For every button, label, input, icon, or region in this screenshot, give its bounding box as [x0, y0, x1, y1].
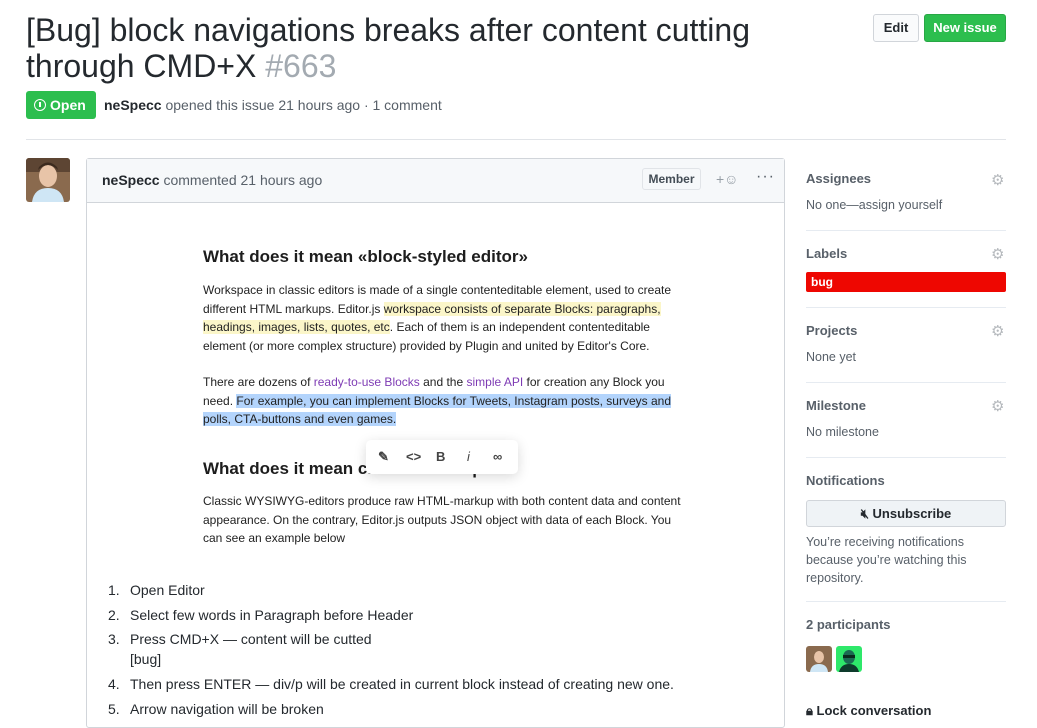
add-reaction-button[interactable]: +☺ — [716, 171, 738, 187]
divider — [806, 230, 1006, 231]
assignees-heading[interactable]: Assignees — [806, 171, 871, 186]
link-icon: ∞ — [493, 449, 503, 464]
assignees-value[interactable]: No one—assign yourself — [806, 198, 942, 212]
issue-title: [Bug] block navigations breaks after con… — [26, 12, 856, 84]
code-icon: <> — [406, 449, 422, 464]
steps-list: 1. Open Editor 2. Select few words in Para… — [108, 578, 674, 721]
bold-icon: B — [436, 449, 446, 464]
gear-icon[interactable]: ⚙ — [991, 171, 1004, 189]
list-item: 2. Select few words in Paragraph before H… — [108, 606, 414, 623]
list-item: 5. Arrow navigation will be broken — [108, 700, 324, 717]
gear-icon[interactable]: ⚙ — [991, 322, 1004, 340]
embedded-link: simple API — [466, 375, 524, 389]
issue-author-link[interactable]: neSpecc — [104, 97, 162, 113]
divider — [806, 307, 1006, 308]
labels-heading[interactable]: Labels — [806, 246, 847, 261]
list-item: 3. Press CMD+X — content will be cutted [b… — [108, 631, 372, 667]
embedded-link: ready-to-use Blocks — [313, 375, 420, 389]
label-bug[interactable]: bug — [806, 272, 1006, 292]
more-options-button[interactable]: ··· — [756, 168, 775, 186]
mute-icon: 🔇︎ — [860, 506, 869, 521]
inline-toolbar: ✎ <> B i ∞ — [366, 440, 518, 474]
projects-heading[interactable]: Projects — [806, 323, 857, 338]
embedded-text: and the — [419, 375, 467, 389]
italic-icon: i — [467, 449, 470, 464]
gear-icon[interactable]: ⚙ — [991, 245, 1004, 263]
lock-icon: 🔒︎ — [806, 703, 813, 718]
lock-label: Lock conversation — [816, 703, 932, 718]
comment-author: neSpecc commented 21 hours ago — [102, 172, 322, 188]
edit-button[interactable]: Edit — [873, 14, 919, 42]
embedded-selection: For example, you can implement Blocks fo… — [203, 393, 672, 426]
lock-conversation-link[interactable]: 🔒︎ Lock conversation — [806, 703, 931, 719]
avatar[interactable] — [26, 158, 70, 202]
embedded-paragraph-2: There are dozens of ready-to-use Blocks … — [203, 373, 693, 429]
embedded-heading-1: What does it mean «block-styled editor» — [203, 247, 528, 266]
divider — [26, 139, 1006, 140]
issue-title-text: [Bug] block navigations breaks after con… — [26, 12, 750, 84]
divider — [806, 457, 1006, 458]
participant-avatar[interactable] — [836, 646, 862, 672]
marker-icon: ✎ — [378, 449, 389, 464]
embedded-text: There are dozens of — [203, 375, 314, 389]
member-badge: Member — [642, 168, 701, 190]
notifications-heading: Notifications — [806, 473, 885, 488]
embedded-paragraph-1: Workspace in classic editors is made of … — [203, 281, 688, 355]
milestone-value: No milestone — [806, 425, 879, 439]
comment-author-link[interactable]: neSpecc — [102, 172, 160, 188]
status-label: Open — [50, 97, 86, 113]
list-item: 4. Then press ENTER — div/p will be creat… — [108, 676, 674, 692]
unsubscribe-label: Unsubscribe — [872, 506, 952, 521]
issue-meta: neSpecc opened this issue 21 hours ago ·… — [104, 97, 442, 113]
unsubscribe-button[interactable]: 🔇︎ Unsubscribe — [806, 500, 1006, 527]
embedded-paragraph-3: Classic WYSIWYG-editors produce raw HTML… — [203, 494, 681, 545]
divider — [806, 601, 1006, 602]
list-item: 1. Open Editor — [108, 582, 205, 598]
issue-opened-icon — [34, 99, 46, 111]
projects-value: None yet — [806, 350, 857, 364]
divider — [806, 382, 1006, 383]
issue-meta-text: opened this issue 21 hours ago · 1 comme… — [165, 97, 442, 113]
issue-number: #663 — [265, 48, 337, 84]
gear-icon[interactable]: ⚙ — [991, 397, 1004, 415]
smiley-plus-icon: +☺ — [716, 171, 739, 187]
comment-time[interactable]: commented 21 hours ago — [163, 172, 322, 188]
milestone-heading[interactable]: Milestone — [806, 398, 866, 413]
participant-avatar[interactable] — [806, 646, 832, 672]
notifications-text: You’re receiving notifications because y… — [806, 535, 967, 585]
status-badge: Open — [26, 91, 96, 119]
new-issue-button[interactable]: New issue — [924, 14, 1006, 42]
participants-heading: 2 participants — [806, 617, 891, 632]
